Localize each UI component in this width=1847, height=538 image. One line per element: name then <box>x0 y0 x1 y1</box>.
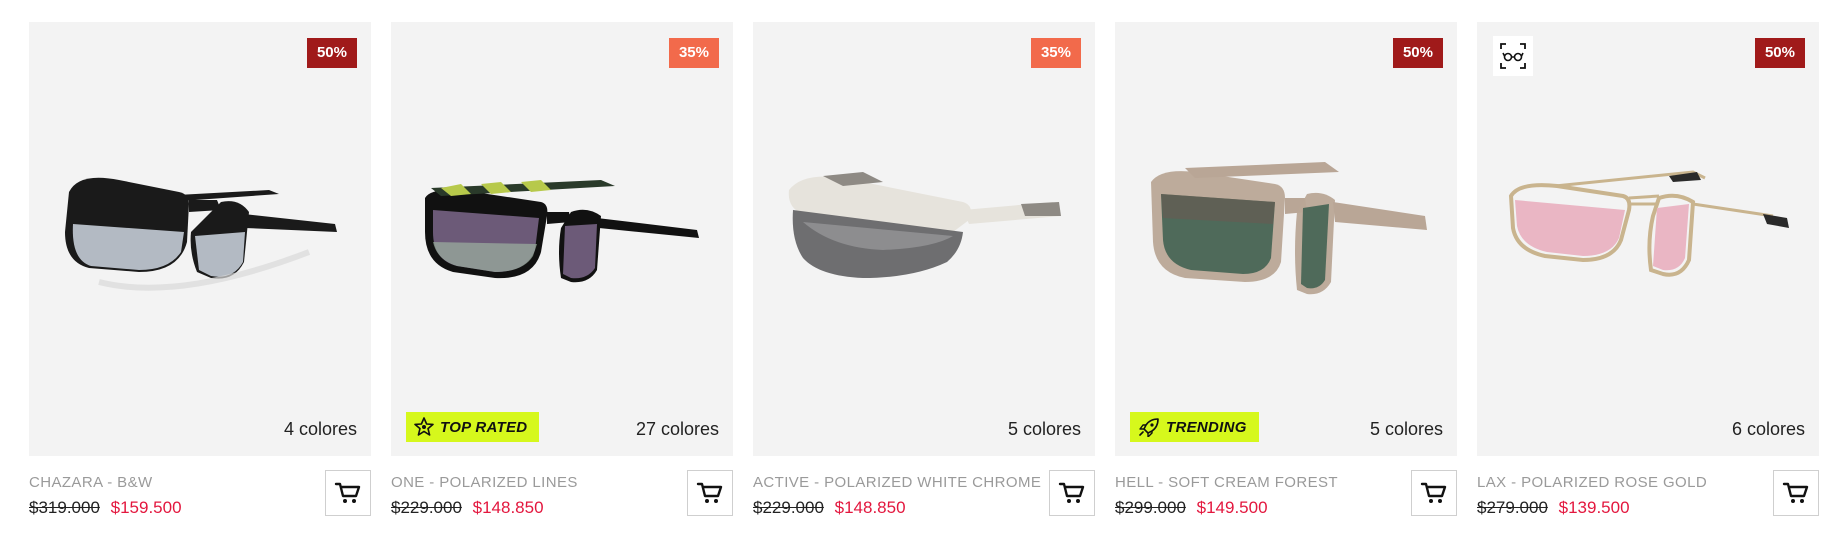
add-to-cart-button[interactable] <box>325 470 371 516</box>
shopping-cart-icon <box>334 482 361 503</box>
rocket-icon <box>1139 418 1159 437</box>
product-image-sunglasses[interactable] <box>39 132 361 332</box>
color-count: 4 colores <box>283 419 357 439</box>
original-price: $229.000 <box>753 498 824 517</box>
top-rated-tag: TOP RATED <box>406 412 540 442</box>
original-price: $279.000 <box>1477 498 1548 517</box>
product-image-area[interactable]: 35% 5 colores <box>753 22 1095 456</box>
price-group: $229.000 $148.850 <box>391 498 544 518</box>
shopping-cart-icon <box>1782 482 1809 503</box>
product-card[interactable]: 50% 4 colores CHAZARA - B&W $319.000 $15… <box>29 22 371 522</box>
product-image-sunglasses[interactable] <box>401 132 723 332</box>
product-info: HELL - SOFT CREAM FOREST $299.000 $149.5… <box>1115 470 1457 522</box>
product-image-area[interactable]: 50% 6 colores <box>1477 22 1819 456</box>
sale-price: $148.850 <box>472 498 544 517</box>
price-group: $319.000 $159.500 <box>29 498 182 518</box>
shopping-cart-icon <box>696 482 723 503</box>
product-name[interactable]: LAX - POLARIZED ROSE GOLD <box>1477 474 1707 491</box>
add-to-cart-button[interactable] <box>687 470 733 516</box>
product-name[interactable]: CHAZARA - B&W <box>29 474 153 491</box>
star-badge-icon <box>414 417 434 436</box>
trending-tag: TRENDING <box>1130 412 1259 442</box>
color-count: 5 colores <box>1369 419 1443 439</box>
price-group: $229.000 $148.850 <box>753 498 906 518</box>
sale-price: $139.500 <box>1558 498 1630 517</box>
original-price: $319.000 <box>29 498 100 517</box>
product-card[interactable]: 50% TRENDING 5 colores HELL - SOFT CREAM… <box>1115 22 1457 522</box>
product-info: ONE - POLARIZED LINES $229.000 $148.850 <box>391 470 733 522</box>
product-image-sunglasses[interactable] <box>763 132 1085 332</box>
product-info: CHAZARA - B&W $319.000 $159.500 <box>29 470 371 522</box>
product-card[interactable]: 35% TOP RATED 27 colores ONE - POLARIZED… <box>391 22 733 522</box>
add-to-cart-button[interactable] <box>1773 470 1819 516</box>
product-card[interactable]: 35% 5 colores ACTIVE - POLARIZED WHITE C… <box>753 22 1095 522</box>
product-image-area[interactable]: 35% TOP RATED 27 colores <box>391 22 733 456</box>
product-image-sunglasses[interactable] <box>1125 132 1447 332</box>
color-count: 6 colores <box>1731 419 1805 439</box>
shopping-cart-icon <box>1420 482 1447 503</box>
discount-badge: 50% <box>1392 38 1443 68</box>
add-to-cart-button[interactable] <box>1049 470 1095 516</box>
add-to-cart-button[interactable] <box>1411 470 1457 516</box>
product-name[interactable]: ONE - POLARIZED LINES <box>391 474 578 491</box>
sale-price: $148.850 <box>834 498 906 517</box>
price-group: $299.000 $149.500 <box>1115 498 1268 518</box>
product-grid: 50% 4 colores CHAZARA - B&W $319.000 $15… <box>0 0 1847 538</box>
shopping-cart-icon <box>1058 482 1085 503</box>
product-image-area[interactable]: 50% 4 colores <box>29 22 371 456</box>
product-image-sunglasses[interactable] <box>1487 132 1809 332</box>
original-price: $229.000 <box>391 498 462 517</box>
product-image-area[interactable]: 50% TRENDING 5 colores <box>1115 22 1457 456</box>
discount-badge: 35% <box>668 38 719 68</box>
original-price: $299.000 <box>1115 498 1186 517</box>
product-info: LAX - POLARIZED ROSE GOLD $279.000 $139.… <box>1477 470 1819 522</box>
tag-label: TRENDING <box>1166 418 1247 436</box>
price-group: $279.000 $139.500 <box>1477 498 1630 518</box>
virtual-try-on-glasses-icon <box>1500 43 1526 69</box>
color-count: 27 colores <box>635 419 719 439</box>
discount-badge: 50% <box>1754 38 1805 68</box>
discount-badge: 35% <box>1030 38 1081 68</box>
product-name[interactable]: ACTIVE - POLARIZED WHITE CHROME <box>753 474 1041 491</box>
product-card[interactable]: 50% 6 colores LAX - POLARIZED ROSE GOLD … <box>1477 22 1819 522</box>
virtual-try-on-button[interactable] <box>1493 36 1533 76</box>
sale-price: $159.500 <box>110 498 182 517</box>
product-name[interactable]: HELL - SOFT CREAM FOREST <box>1115 474 1338 491</box>
sale-price: $149.500 <box>1196 498 1268 517</box>
color-count: 5 colores <box>1007 419 1081 439</box>
discount-badge: 50% <box>306 38 357 68</box>
tag-label: TOP RATED <box>440 418 528 436</box>
product-info: ACTIVE - POLARIZED WHITE CHROME $229.000… <box>753 470 1095 522</box>
